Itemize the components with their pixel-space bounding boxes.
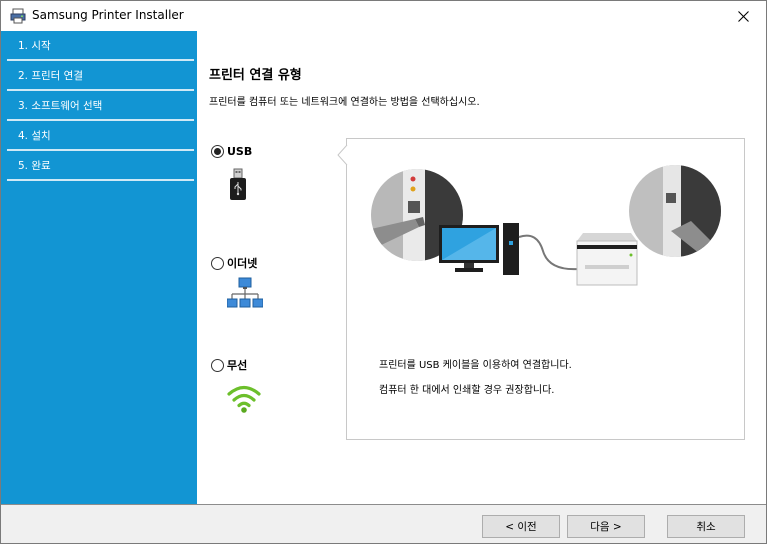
cancel-button[interactable]: 취소 [667,515,745,538]
usb-radio[interactable] [211,145,224,158]
back-button[interactable]: < 이전 [482,515,560,538]
title-bar: Samsung Printer Installer [1,1,766,31]
wireless-label: 무선 [227,359,248,372]
step-software-selection: 3. 소프트웨어 선택 [7,91,194,121]
usb-icon [230,168,246,200]
step-label: 4. 설치 [18,130,51,142]
ethernet-radio[interactable] [211,256,224,270]
usb-label: USB [227,145,253,158]
step-complete: 5. 완료 [7,151,194,181]
wireless-radio[interactable] [211,358,224,372]
printer-installer-icon [10,8,26,24]
step-label: 2. 프린터 연결 [18,70,83,82]
window-title: Samsung Printer Installer [32,8,184,22]
close-button[interactable] [720,1,766,31]
panel-pointer [337,145,349,165]
ethernet-network-icon [227,277,263,308]
step-install: 4. 설치 [7,121,194,151]
ethernet-label: 이더넷 [227,257,258,270]
footer-bar [1,505,766,543]
step-label: 5. 완료 [18,160,51,172]
step-printer-connection: 2. 프린터 연결 [7,61,194,91]
usb-connection-illustration [371,165,721,286]
step-label: 3. 소프트웨어 선택 [18,100,103,112]
panel-description-line1: 프린터를 USB 케이블을 이용하여 연결합니다. [379,360,572,371]
step-start: 1. 시작 [7,31,194,61]
next-button[interactable]: 다음 > [567,515,645,538]
page-description: 프린터를 컴퓨터 또는 네트워크에 연결하는 방법을 선택하십시오. [209,97,480,108]
close-icon [737,10,749,22]
ethernet-option[interactable]: 이더넷 [211,255,257,271]
installer-window: Samsung Printer Installer 1. 시작 2. 프린터 연… [0,0,767,544]
step-label: 1. 시작 [18,40,51,52]
usb-option[interactable]: USB [211,145,252,158]
wireless-option[interactable]: 무선 [211,357,247,373]
steps-sidebar: 1. 시작 2. 프린터 연결 3. 소프트웨어 선택 4. 설치 5. 완료 [1,31,197,504]
wireless-icon [227,385,261,413]
panel-description-line2: 컴퓨터 한 대에서 인쇄할 경우 권장합니다. [379,385,555,396]
page-title: 프린터 연결 유형 [209,68,302,83]
